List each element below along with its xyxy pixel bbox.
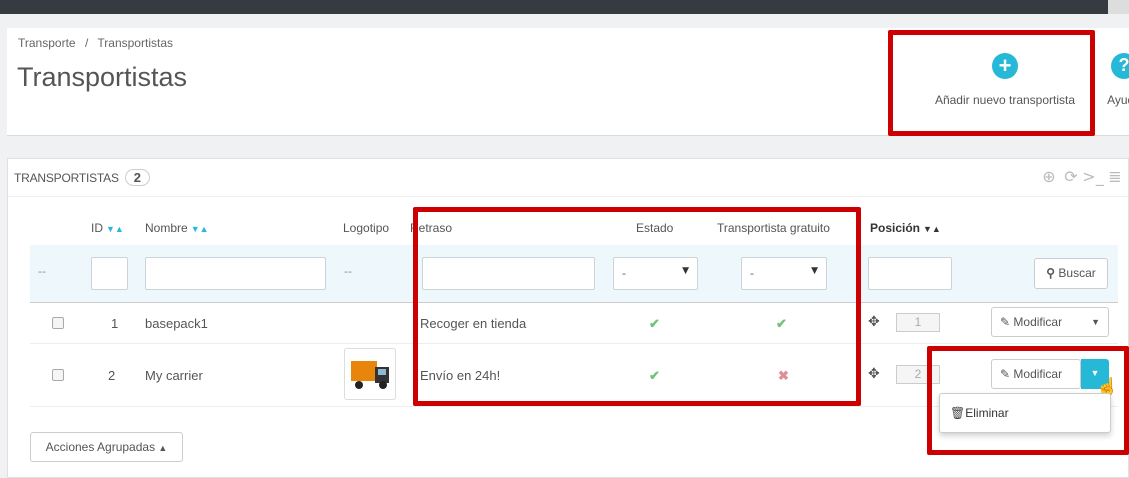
row-id: 1 — [111, 316, 119, 331]
filter-id-input[interactable] — [91, 257, 128, 290]
filter-position-input[interactable] — [868, 257, 952, 290]
row-checkbox[interactable] — [52, 369, 64, 381]
bulk-actions-button[interactable]: Acciones Agrupadas ▲ — [30, 432, 183, 462]
count-badge: 2 — [124, 169, 150, 186]
top-admin-bar — [0, 0, 1129, 14]
filter-placeholder: -- — [344, 265, 352, 278]
filter-name-input[interactable] — [145, 257, 326, 290]
col-header-position[interactable]: Posición ▼▲ — [870, 221, 941, 235]
search-icon: ⚲ — [1046, 266, 1056, 280]
row-id: 2 — [108, 368, 116, 383]
filter-placeholder: -- — [38, 265, 46, 278]
row-name: basepack1 — [145, 316, 208, 331]
pencil-icon: ✎ — [1000, 315, 1011, 329]
bulk-actions-label: Acciones Agrupadas — [45, 440, 156, 454]
refresh-icon[interactable]: ⟳ — [1060, 167, 1082, 186]
col-position-label: Posición — [870, 221, 921, 235]
database-icon[interactable]: ≣ — [1104, 167, 1126, 186]
panel-toolbar: ⊕ ⟳ >_ ≣ — [1038, 167, 1126, 186]
help-circle-icon: ? — [1111, 53, 1129, 79]
truck-icon — [351, 361, 389, 389]
sort-arrows-icon[interactable]: ▼▲ — [106, 224, 124, 234]
col-header-logo: Logotipo — [343, 221, 390, 235]
sort-arrows-icon[interactable]: ▼▲ — [191, 224, 209, 234]
breadcrumb: Transporte / Transportistas — [18, 36, 173, 50]
help-button[interactable]: ? Ayuda — [1099, 53, 1129, 107]
row-checkbox[interactable] — [52, 317, 64, 329]
breadcrumb-separator: / — [84, 36, 89, 50]
highlight-box-columns — [413, 207, 861, 406]
panel-title-text: TRANSPORTISTAS — [14, 171, 119, 185]
col-header-id[interactable]: ID ▼▲ — [91, 221, 124, 235]
panel-title: TRANSPORTISTAS 2 — [14, 169, 150, 186]
col-header-name[interactable]: Nombre ▼▲ — [145, 221, 209, 235]
add-icon[interactable]: ⊕ — [1038, 167, 1060, 186]
panel-header: TRANSPORTISTAS 2 ⊕ ⟳ >_ ≣ — [8, 159, 1128, 197]
sql-terminal-icon[interactable]: >_ — [1082, 167, 1104, 186]
search-button-label: Buscar — [1058, 266, 1096, 280]
col-id-label: ID — [91, 221, 103, 235]
help-label: Ayuda — [1107, 93, 1129, 107]
page-title: Transportistas — [17, 62, 188, 92]
drag-move-icon[interactable]: ✥ — [868, 313, 880, 330]
caret-up-icon: ▲ — [158, 443, 168, 453]
scroll-corner — [1108, 0, 1129, 14]
edit-button[interactable]: ✎ Modificar ▼ — [991, 307, 1109, 337]
highlight-box-dropdown — [927, 346, 1129, 455]
highlight-box-add — [888, 30, 1095, 136]
position-value: 1 — [896, 313, 940, 332]
edit-button-label: Modificar — [1013, 315, 1063, 329]
search-button[interactable]: ⚲ Buscar — [1034, 258, 1108, 289]
drag-move-icon[interactable]: ✥ — [868, 365, 880, 382]
row-name: My carrier — [145, 368, 203, 383]
sort-arrows-icon[interactable]: ▼▲ — [923, 224, 941, 234]
carrier-logo — [344, 348, 396, 400]
breadcrumb-item-transporte[interactable]: Transporte — [18, 36, 76, 50]
caret-down-icon[interactable]: ▼ — [1091, 308, 1100, 336]
col-name-label: Nombre — [145, 221, 188, 235]
breadcrumb-item-transportistas[interactable]: Transportistas — [97, 36, 173, 50]
